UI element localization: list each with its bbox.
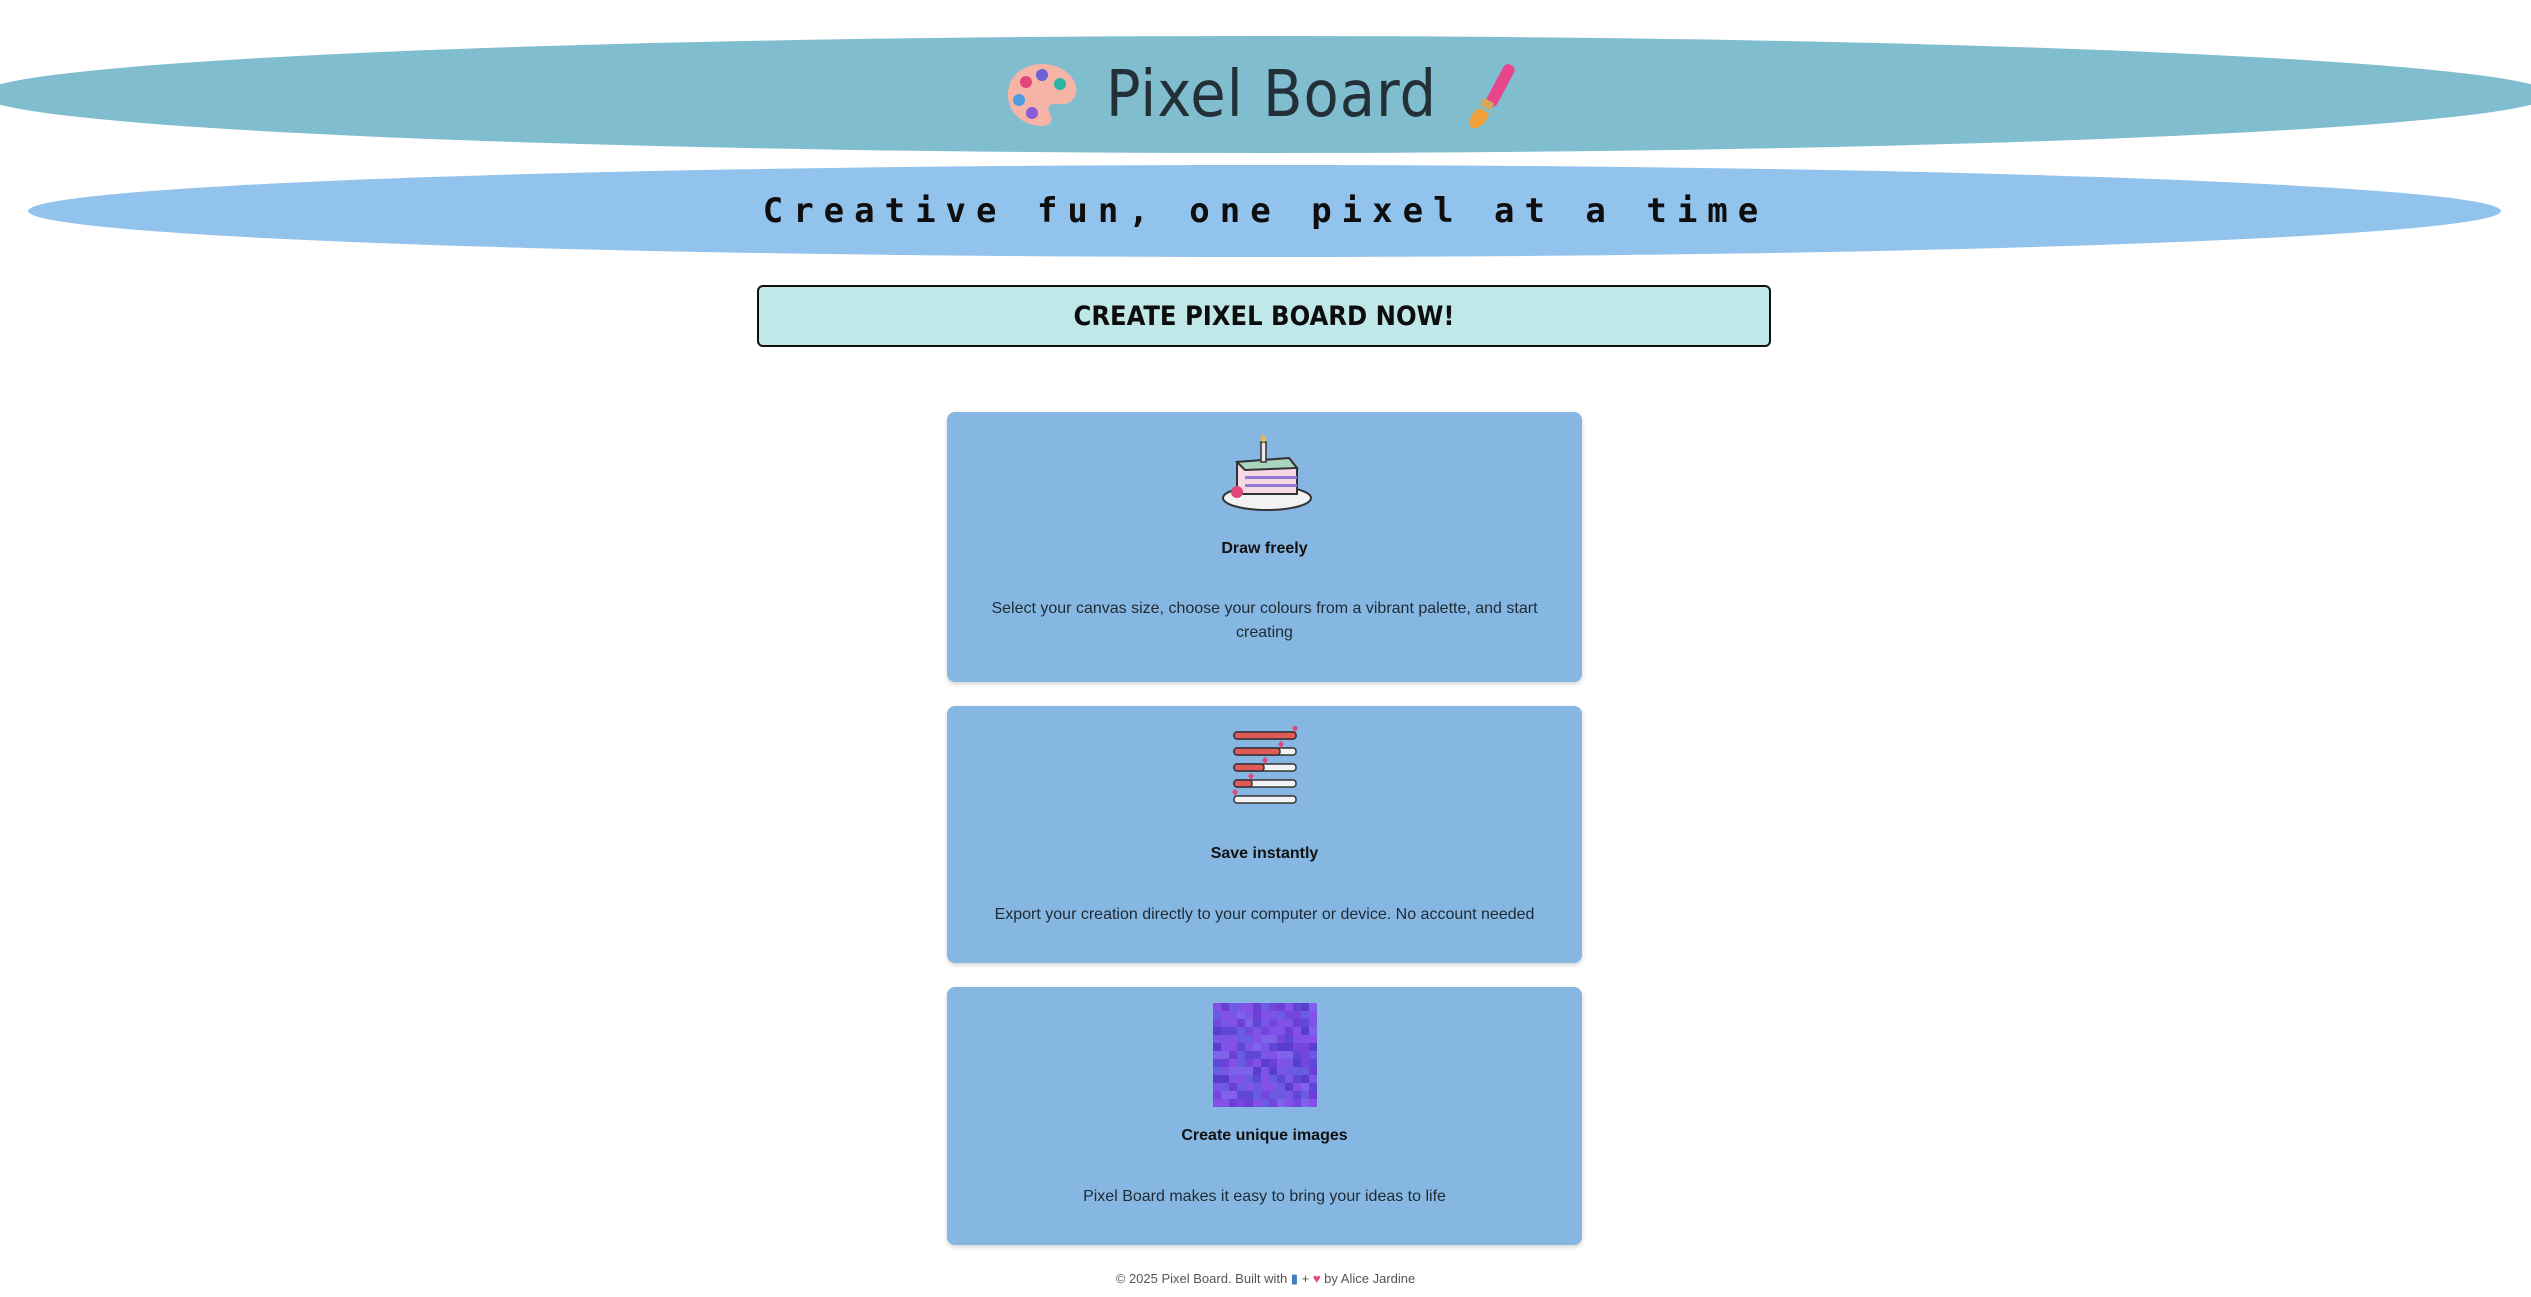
footer: © 2025 Pixel Board. Built with ▮ + ♥ by … bbox=[0, 1271, 2531, 1287]
paintbrush-icon bbox=[1463, 58, 1527, 132]
header: Pixel Board bbox=[0, 36, 2531, 153]
create-board-button[interactable]: CREATE PIXEL BOARD NOW! bbox=[757, 285, 1771, 347]
feature-title: Create unique images bbox=[1181, 1127, 1348, 1144]
feature-card-draw: Draw freely Select your canvas size, cho… bbox=[947, 412, 1582, 682]
feature-title: Draw freely bbox=[1221, 540, 1308, 557]
footer-author: by Alice Jardine bbox=[1324, 1271, 1416, 1286]
footer-copyright: © 2025 Pixel Board. Built with bbox=[1115, 1271, 1288, 1286]
cake-slice-icon bbox=[1217, 432, 1313, 521]
heart-icon: ♥ bbox=[1312, 1271, 1321, 1286]
hearts-levels-icon bbox=[1230, 725, 1300, 819]
feature-card-create: Create unique images Pixel Board makes i… bbox=[947, 987, 1582, 1245]
feature-description: Export your creation directly to your co… bbox=[994, 906, 1535, 923]
feature-card-save: Save instantly Export your creation dire… bbox=[947, 706, 1582, 963]
palette-icon bbox=[1004, 60, 1080, 130]
footer-plus: + bbox=[1301, 1271, 1310, 1286]
tagline: Creative fun, one pixel at a time bbox=[762, 191, 1769, 231]
book-icon: ▮ bbox=[1290, 1271, 1298, 1286]
page-title: Pixel Board bbox=[1105, 57, 1438, 132]
feature-description: Pixel Board makes it easy to bring your … bbox=[1083, 1188, 1446, 1205]
pixel-grid-icon bbox=[1212, 1003, 1317, 1112]
feature-description: Select your canvas size, choose your col… bbox=[991, 600, 1538, 641]
feature-title: Save instantly bbox=[1210, 845, 1319, 862]
